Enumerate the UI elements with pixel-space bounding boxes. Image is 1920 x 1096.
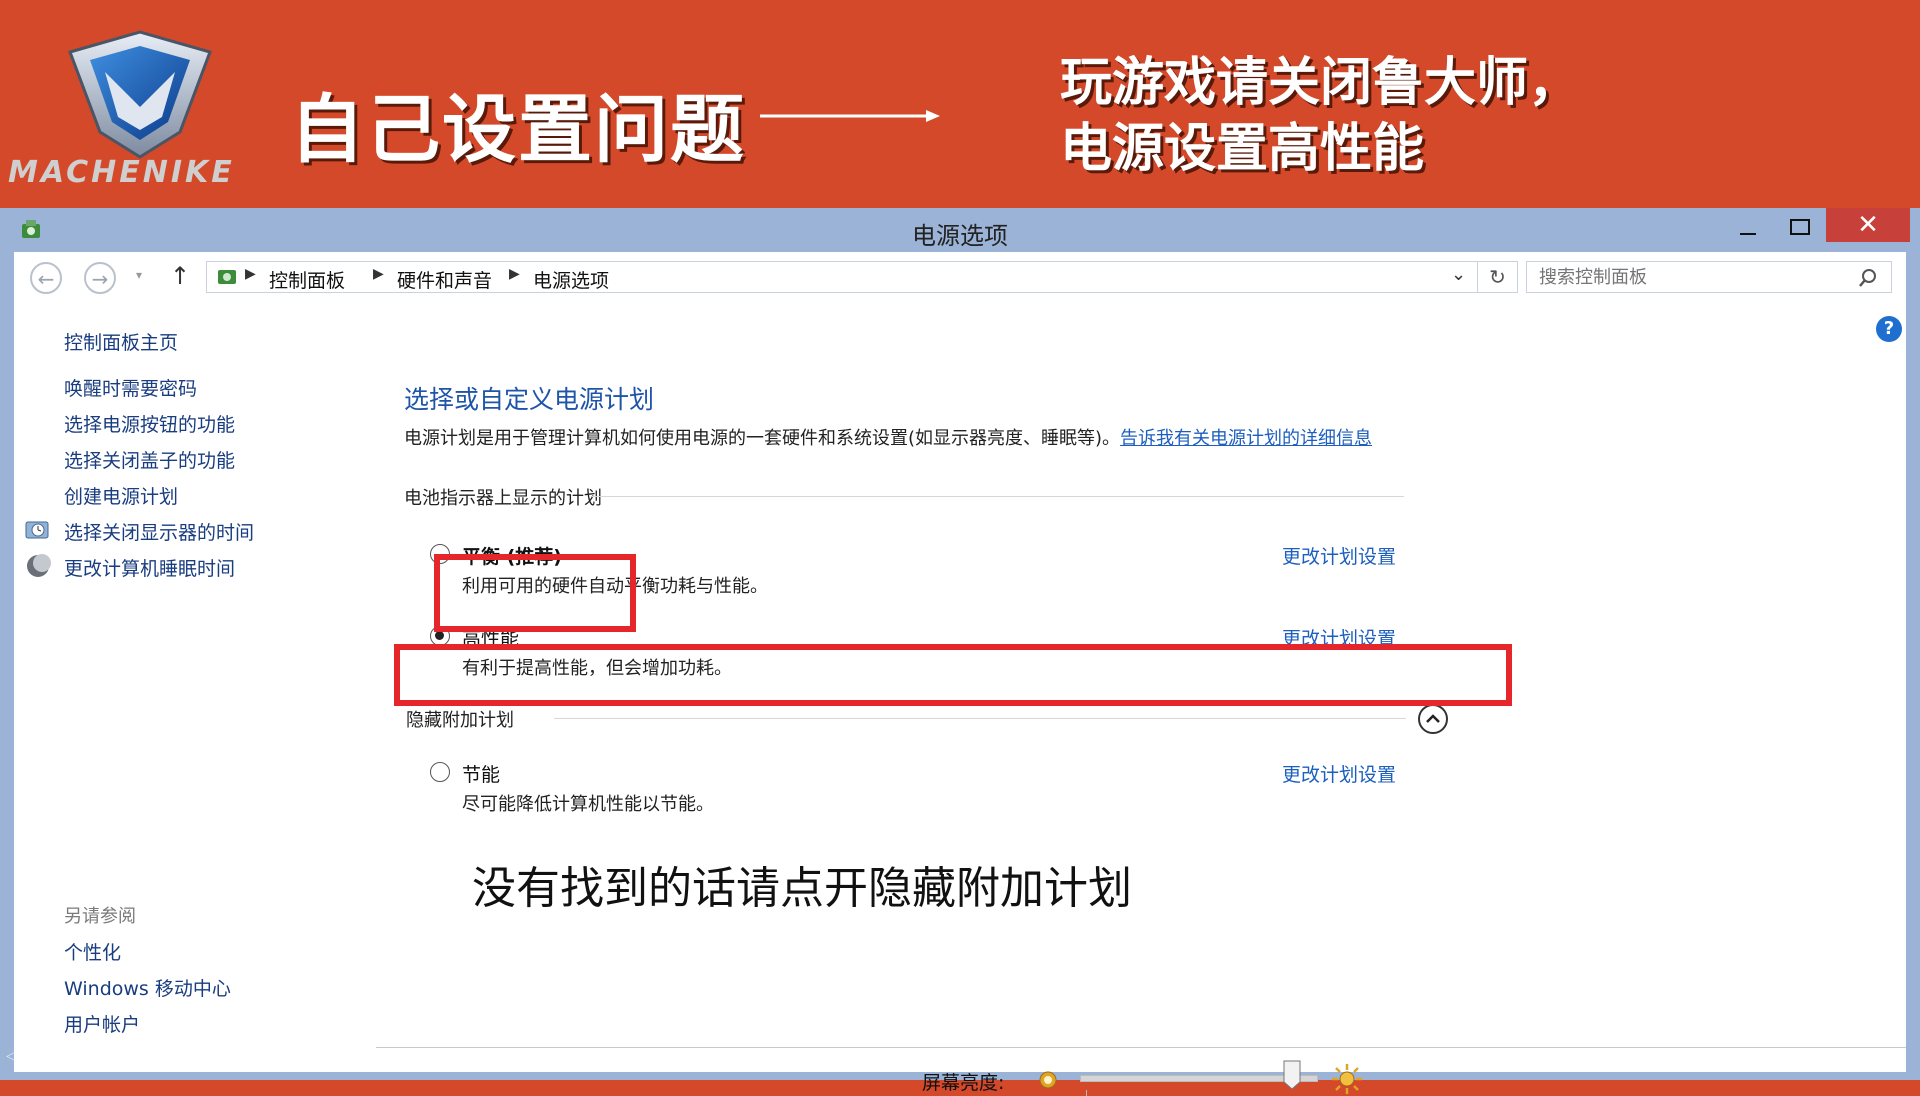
breadcrumb-separator: ▶ (509, 266, 520, 282)
minimize-icon[interactable] (1728, 214, 1768, 244)
arrow-right-icon (760, 110, 940, 122)
search-input[interactable] (1526, 261, 1892, 293)
brightness-slider[interactable] (1080, 1075, 1318, 1082)
sidebar-item-lid-close[interactable]: 选择关闭盖子的功能 (64, 446, 235, 473)
breadcrumb-control-panel[interactable]: 控制面板 (269, 266, 345, 293)
collapse-chevron-up-icon[interactable] (1418, 704, 1448, 734)
divider (592, 496, 1404, 497)
page-description: 电源计划是用于管理计算机如何使用电源的一套硬件和系统设置(如显示器亮度、睡眠等)… (404, 427, 1444, 451)
sidebar-home-link[interactable]: 控制面板主页 (64, 328, 178, 355)
close-button[interactable]: ✕ (1826, 208, 1910, 242)
breadcrumb-hardware-sound[interactable]: 硬件和声音 (397, 266, 492, 293)
sidebar-item-wake-password[interactable]: 唤醒时需要密码 (64, 374, 197, 401)
banner: MACHENIKE 自己设置问题 玩游戏请关闭鲁大师， 电源设置高性能 (0, 0, 1920, 208)
sidebar-item-power-button[interactable]: 选择电源按钮的功能 (64, 410, 235, 437)
navigation-bar: ← → ▾ ↑ ▶ 控制面板 ▶ 硬件和声音 ▶ 电源选项 ⌄ ↻ (14, 252, 1906, 302)
monitor-clock-icon (25, 521, 49, 539)
highlight-high-performance (434, 554, 636, 632)
address-dropdown-icon[interactable]: ⌄ (1451, 264, 1466, 285)
instruction-note: 没有找到的话请点开隐藏附加计划 (472, 863, 1132, 914)
see-also-heading: 另请参阅 (64, 906, 136, 927)
plan-power-saver-radio[interactable] (430, 762, 450, 782)
breadcrumb-power-options[interactable]: 电源选项 (533, 266, 609, 293)
divider (554, 718, 1406, 719)
maximize-icon[interactable] (1780, 214, 1820, 244)
see-also-mobility-center[interactable]: Windows 移动中心 (64, 974, 231, 1001)
up-button[interactable]: ↑ (170, 262, 190, 290)
see-also-user-accounts[interactable]: 用户帐户 (64, 1010, 140, 1037)
plan-power-saver-desc: 尽可能降低计算机性能以节能。 (462, 794, 714, 815)
window-title: 电源选项 (912, 222, 1008, 250)
logo-text: MACHENIKE (8, 155, 235, 190)
banner-instruction-line1: 玩游戏请关闭鲁大师， (1060, 53, 1581, 113)
banner-headline: 自己设置问题 (290, 87, 746, 173)
highlight-hidden-plans (394, 644, 1512, 706)
machenike-logo (68, 30, 212, 159)
brightness-label: 屏幕亮度: (922, 1072, 1005, 1094)
back-button[interactable]: ← (30, 262, 62, 294)
brightness-slider-thumb[interactable] (1283, 1060, 1301, 1090)
brightness-high-icon (1332, 1064, 1362, 1094)
banner-instruction: 玩游戏请关闭鲁大师， 电源设置高性能 (1060, 50, 1580, 182)
watermark-controls: ◁ ▷ ✎ ▦ ⌕ ⋯ (6, 1048, 97, 1064)
page-title: 选择或自定义电源计划 (404, 385, 655, 414)
banner-instruction-line2: 电源设置高性能 (1060, 119, 1425, 179)
plan-power-saver-change-settings[interactable]: 更改计划设置 (1282, 760, 1396, 787)
title-bar: 电源选项 ✕ (0, 208, 1920, 252)
forward-button[interactable]: → (84, 262, 116, 294)
recent-pages-dropdown-icon[interactable]: ▾ (136, 268, 142, 282)
plan-power-saver-name: 节能 (462, 764, 501, 786)
refresh-button[interactable]: ↻ (1478, 261, 1518, 293)
hidden-plans-heading: 隐藏附加计划 (406, 710, 514, 731)
sidebar: 控制面板主页 唤醒时需要密码 选择电源按钮的功能 选择关闭盖子的功能 创建电源计… (14, 302, 374, 1072)
sidebar-item-sleep-time[interactable]: 更改计算机睡眠时间 (64, 554, 235, 581)
plan-balanced-change-settings[interactable]: 更改计划设置 (1282, 542, 1396, 569)
sidebar-item-display-off[interactable]: 选择关闭显示器的时间 (64, 518, 254, 545)
battery-plans-heading: 电池指示器上显示的计划 (404, 488, 602, 509)
learn-more-link[interactable]: 告诉我有关电源计划的详细信息 (1120, 428, 1372, 449)
divider (376, 1047, 1906, 1048)
breadcrumb-separator: ▶ (245, 266, 256, 282)
address-bar[interactable]: ▶ 控制面板 ▶ 硬件和声音 ▶ 电源选项 ⌄ (206, 261, 1478, 293)
control-panel-icon (218, 270, 236, 284)
slider-tick (1086, 1090, 1087, 1096)
see-also-personalization[interactable]: 个性化 (64, 938, 121, 965)
description-text: 电源计划是用于管理计算机如何使用电源的一套硬件和系统设置(如显示器亮度、睡眠等)… (404, 428, 1121, 449)
breadcrumb-separator: ▶ (373, 266, 384, 282)
brightness-low-icon (1039, 1071, 1057, 1089)
search-icon[interactable] (1858, 268, 1878, 288)
moon-icon (27, 554, 51, 577)
sidebar-item-create-plan[interactable]: 创建电源计划 (64, 482, 178, 509)
